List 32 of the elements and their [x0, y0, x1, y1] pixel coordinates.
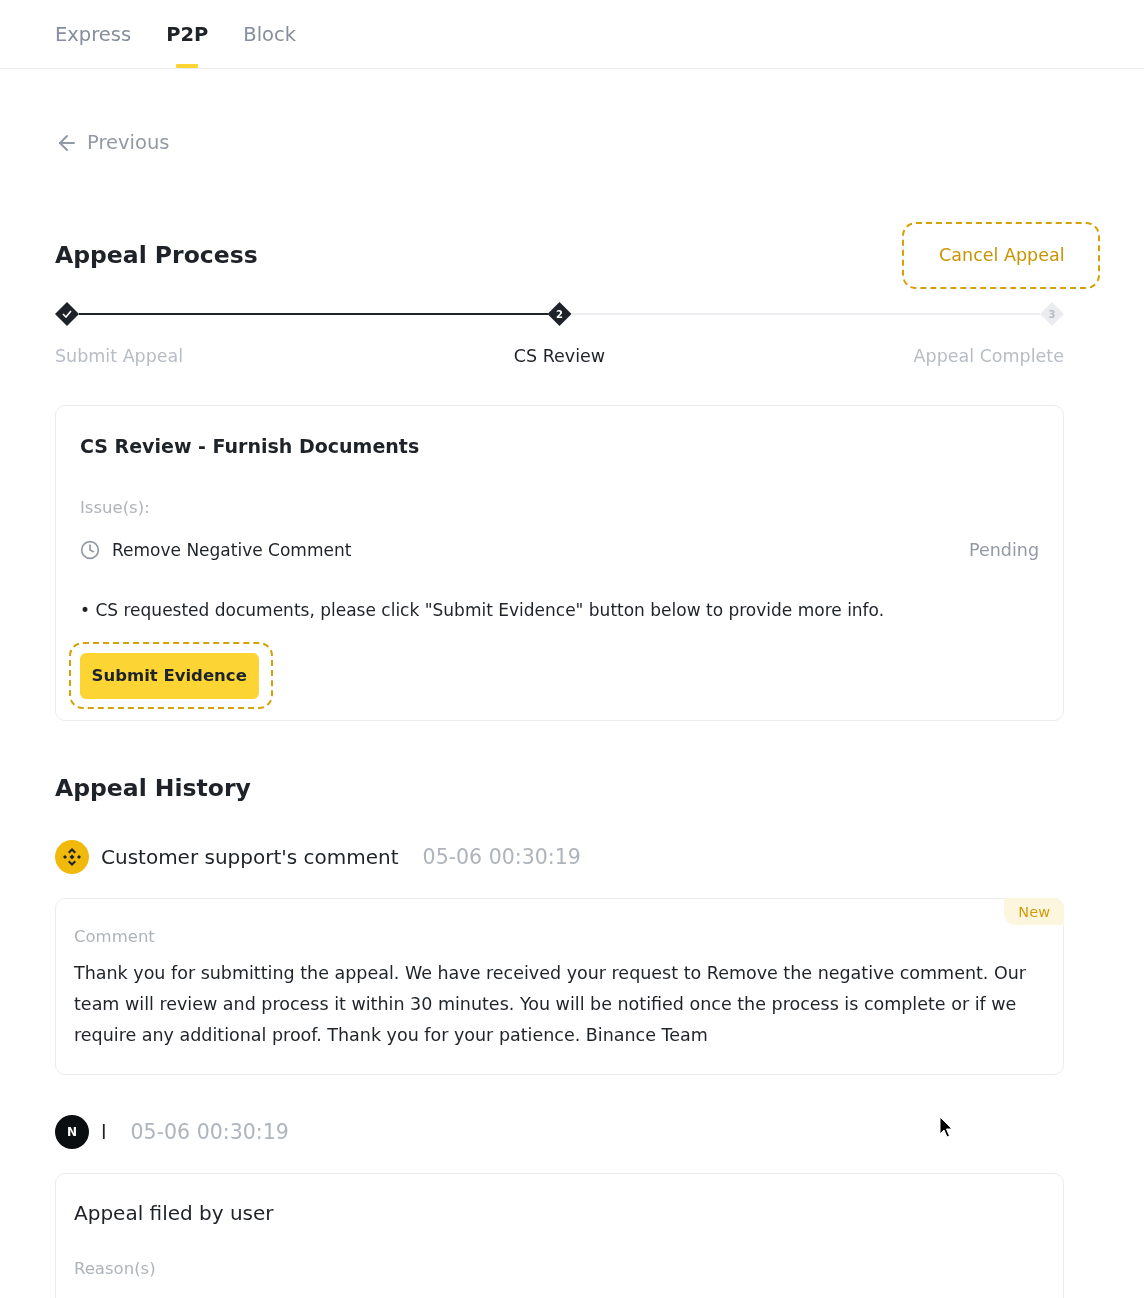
card-title: CS Review - Furnish Documents	[80, 434, 420, 459]
new-badge: New	[1004, 898, 1064, 925]
cancel-appeal-button[interactable]: Cancel Appeal	[939, 243, 1065, 267]
tab[interactable]: Express	[55, 0, 132, 68]
previous-label: Previous	[87, 131, 170, 155]
section-title: Appeal Process	[55, 240, 258, 270]
step-marker: 2	[547, 302, 572, 326]
timestamp: 05-06 00:30:19	[130, 1119, 289, 1145]
step-label: Submit Appeal	[55, 345, 184, 367]
issue-text: Remove Negative Comment	[112, 539, 352, 562]
card-title: Appeal filed by user	[74, 1200, 274, 1226]
clock-icon	[80, 540, 100, 560]
tab[interactable]: Block	[243, 0, 297, 68]
issue-status: Pending	[969, 539, 1039, 562]
comment-label: Comment	[74, 926, 155, 948]
logo-icon	[55, 840, 89, 874]
mouse-pointer-icon	[939, 1116, 953, 1138]
step-label: CS Review	[513, 345, 606, 367]
user-avatar: N	[55, 1115, 89, 1149]
timestamp: 05-06 00:30:19	[422, 844, 581, 870]
instruction-text: • CS requested documents, please click "Submit Evidence" button below to provide more info.	[80, 599, 885, 622]
previous-link[interactable]: Previous	[55, 131, 170, 155]
author-name: l	[101, 1119, 107, 1145]
submit-evidence-button[interactable]: Submit Evidence	[79, 652, 259, 699]
step-label: Appeal Complete	[913, 345, 1064, 367]
author-name: Customer support's comment	[101, 844, 399, 870]
comment-text: Thank you for submitting the appeal. We have received your request to Remove the negative comment. Our team will review and process it within 30 minutes. You will be notified once the process is complete or if we require any additional proof. Thank you for your patience. Binance Team	[74, 962, 1028, 1047]
check-icon	[62, 310, 72, 318]
section-title: Appeal History	[55, 773, 251, 803]
tab[interactable]: P2P	[166, 0, 209, 68]
reason-label: Reason(s)	[74, 1258, 156, 1280]
issues-label: Issue(s):	[80, 497, 150, 519]
